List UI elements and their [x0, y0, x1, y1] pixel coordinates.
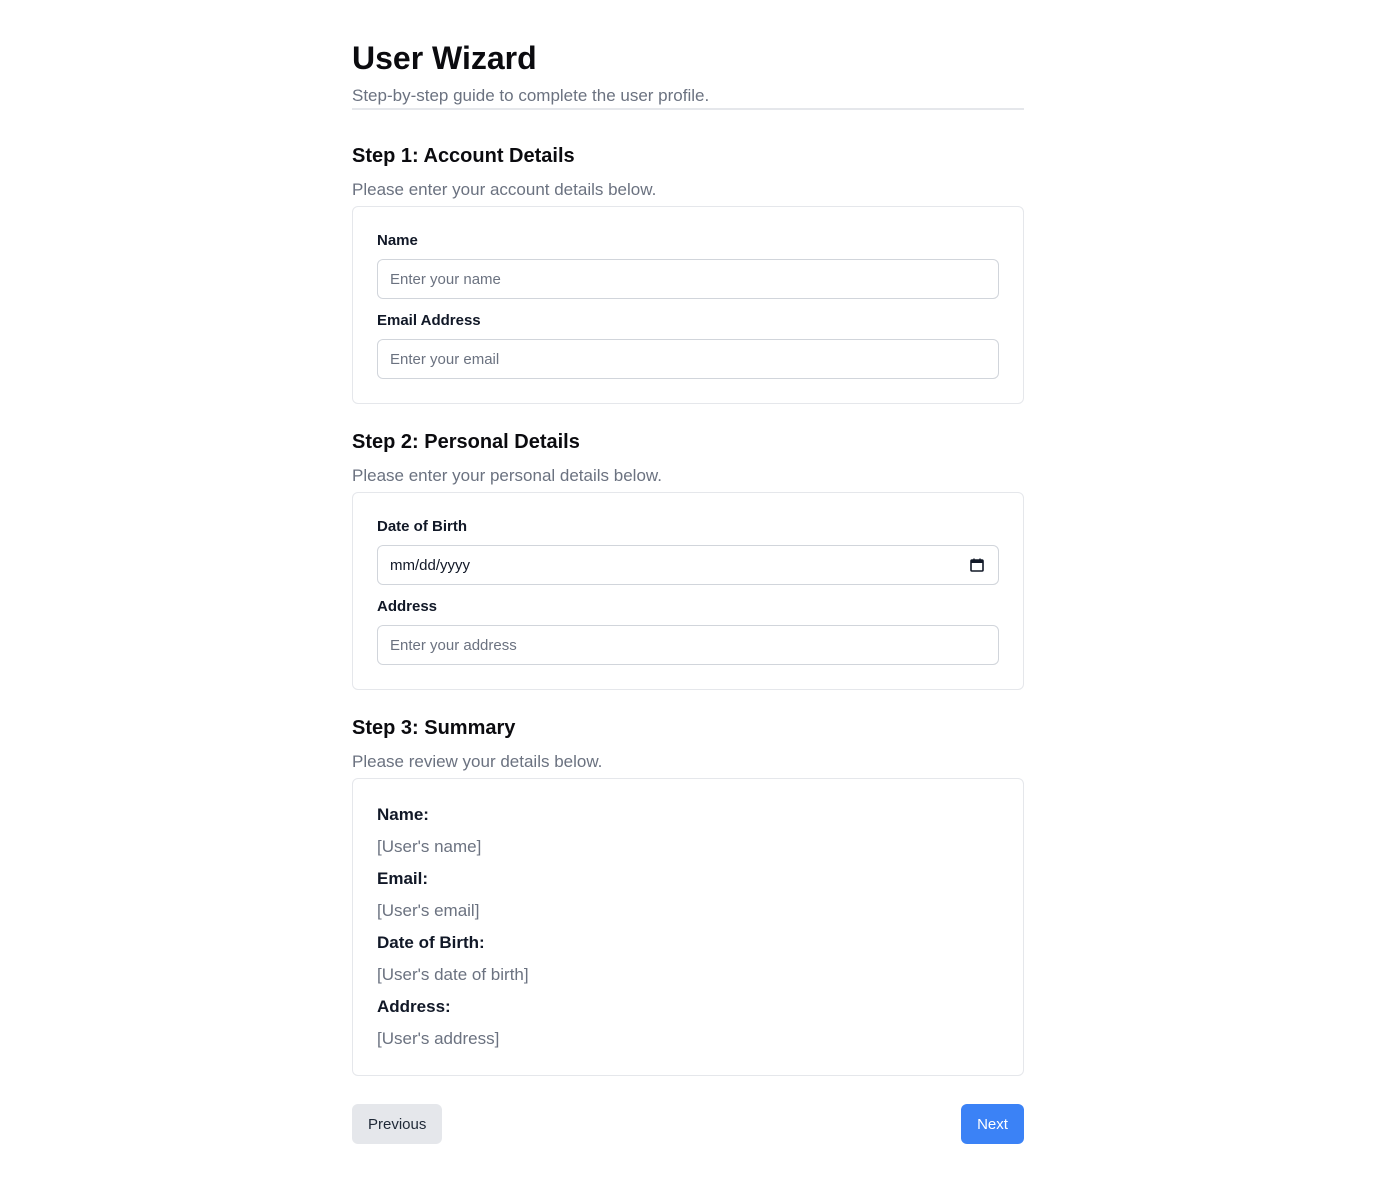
summary-dob-label: Date of Birth: [377, 933, 485, 952]
name-label: Name [377, 232, 418, 249]
account-details-card: Name Email Address [352, 206, 1024, 404]
summary-card: Name: [User's name] Email: [User's email… [352, 778, 1024, 1076]
calendar-icon[interactable] [970, 558, 984, 572]
step-description: Please enter your personal details below… [352, 466, 662, 485]
step-title: Step 1: Account Details [352, 145, 575, 167]
email-label: Email Address [377, 312, 481, 329]
page-subtitle: Step-by-step guide to complete the user … [352, 86, 710, 105]
address-input[interactable] [377, 625, 999, 665]
date-format-text: mm/dd/yyyy [390, 556, 471, 574]
summary-email-label: Email: [377, 869, 429, 888]
previous-button[interactable]: Previous [352, 1104, 442, 1144]
page-header: User Wizard Step-by-step guide to comple… [352, 38, 1024, 110]
summary-email-value: [User's email] [377, 901, 480, 920]
step-title: Step 3: Summary [352, 717, 516, 739]
next-button[interactable]: Next [961, 1104, 1024, 1144]
email-input[interactable] [377, 339, 999, 379]
address-label: Address [377, 598, 438, 615]
summary-name-label: Name: [377, 805, 429, 824]
summary-dob-value: [User's date of birth] [377, 965, 529, 984]
wizard-navigation: Previous Next [352, 1104, 1024, 1144]
email-field-group: Email Address [377, 311, 999, 379]
step-personal-details: Step 2: Personal Details Please enter yo… [352, 428, 1024, 690]
name-field-group: Name [377, 231, 999, 299]
page-title: User Wizard [352, 40, 537, 76]
step-description: Please review your details below. [352, 752, 603, 771]
address-field-group: Address [377, 597, 999, 665]
step-account-details: Step 1: Account Details Please enter you… [352, 142, 1024, 404]
personal-details-card: Date of Birth mm/dd/yyyy Address [352, 492, 1024, 690]
step-summary: Step 3: Summary Please review your detai… [352, 714, 1024, 1076]
name-input[interactable] [377, 259, 999, 299]
dob-label: Date of Birth [377, 518, 467, 535]
date-of-birth-input[interactable]: mm/dd/yyyy [377, 545, 999, 585]
dob-field-group: Date of Birth mm/dd/yyyy [377, 517, 999, 585]
step-title: Step 2: Personal Details [352, 431, 580, 453]
summary-name-value: [User's name] [377, 837, 482, 856]
summary-address-label: Address: [377, 997, 451, 1016]
summary-address-value: [User's address] [377, 1029, 500, 1048]
step-description: Please enter your account details below. [352, 180, 657, 199]
